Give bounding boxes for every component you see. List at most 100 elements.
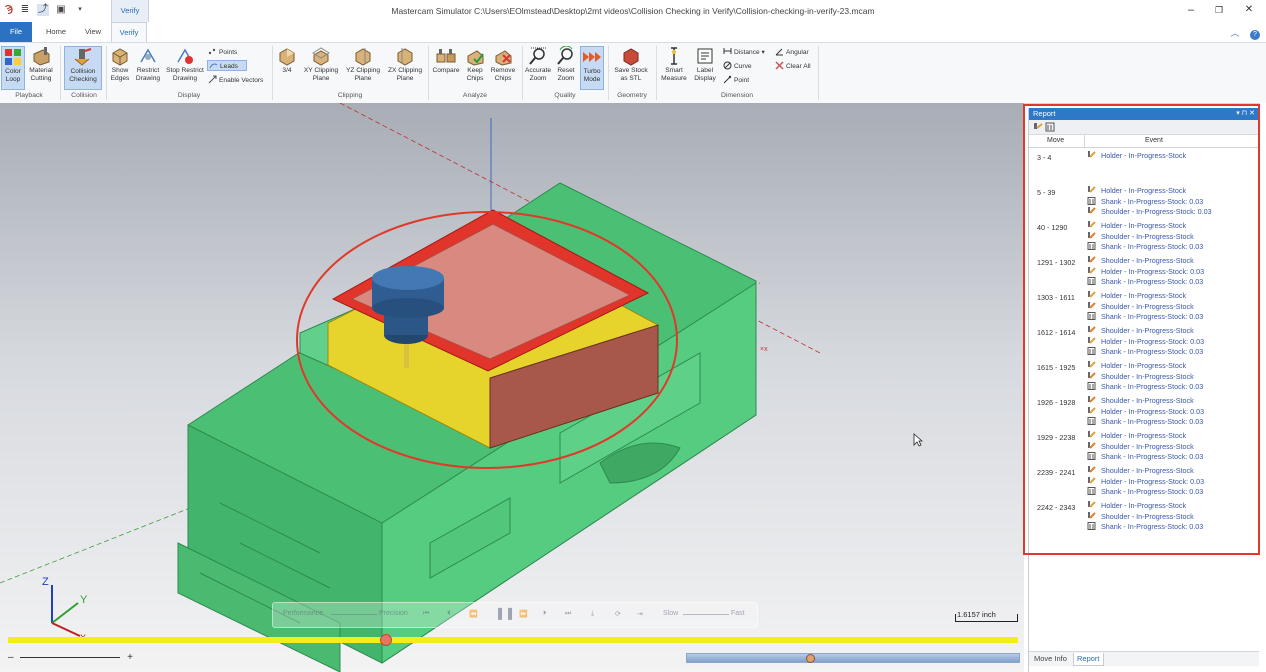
loop-icon[interactable]: ⟳ [615, 610, 621, 618]
progress-track[interactable] [8, 637, 1018, 643]
tab-view[interactable]: View [77, 22, 109, 42]
curve-button[interactable]: Curve [723, 61, 752, 70]
show-edges-button[interactable]: Show Edges [108, 46, 132, 82]
zoom-plus[interactable]: + [127, 652, 133, 663]
window-edge [1260, 103, 1266, 672]
scale-label: 1.6157 inch [957, 610, 996, 619]
remove-chips-button[interactable]: Remove Chips [489, 46, 517, 82]
close-button[interactable]: ✕ [1239, 3, 1259, 17]
distance-label: Distance [734, 49, 760, 56]
quality-slider[interactable] [331, 614, 377, 615]
group-label-analyze: Analyze [462, 92, 488, 99]
restrict-drawing-button[interactable]: Restrict Drawing [134, 46, 162, 82]
zoom-minus[interactable]: – [8, 652, 14, 663]
compare-label: Compare [432, 67, 460, 74]
enable-vectors-label: Enable Vectors [219, 77, 264, 84]
tab-report[interactable]: Report [1073, 653, 1104, 666]
points-button[interactable]: Points [208, 47, 237, 56]
collision-checking-icon [74, 48, 92, 66]
leads-button[interactable]: Leads [207, 60, 247, 71]
material-cutting-button[interactable]: Material Cutting [27, 46, 55, 82]
enable-vectors-button[interactable]: Enable Vectors [208, 75, 263, 84]
turbo-mode-icon [583, 52, 601, 62]
collision-checking-label: Collision Checking [69, 68, 97, 83]
tab-move-info[interactable]: Move Info [1031, 653, 1070, 665]
smart-measure-label: Smart Measure [661, 67, 687, 82]
save-stock-stl-button[interactable]: Save Stock as STL [611, 46, 651, 82]
turbo-mode-button[interactable]: Turbo Mode [580, 46, 604, 90]
stop-restrict-drawing-button[interactable]: Stop Restrict Drawing [164, 46, 206, 82]
points-icon [208, 48, 216, 55]
move-slider[interactable] [686, 653, 1020, 663]
zoom-slider[interactable]: – + [8, 652, 133, 663]
label-display-button[interactable]: Label Display [690, 46, 720, 82]
distance-icon [723, 48, 732, 54]
three-quarter-button[interactable]: 3/4 [276, 46, 298, 75]
reset-zoom-button[interactable]: Reset Zoom [554, 46, 578, 82]
3d-scene[interactable]: ×x Z Y X [0, 103, 1024, 672]
smart-measure-icon [671, 47, 677, 65]
play-icon[interactable]: ⏩ [519, 610, 528, 618]
compare-button[interactable]: Compare [431, 46, 461, 75]
xy-clipping-button[interactable]: XY Clipping Plane [301, 46, 341, 82]
angular-label: Angular [786, 49, 809, 56]
save-stock-icon [623, 48, 639, 66]
minimize-button[interactable]: – [1181, 3, 1201, 17]
skip-to-icon[interactable]: ⤓ [591, 610, 594, 618]
yz-clipping-button[interactable]: YZ Clipping Plane [343, 46, 383, 82]
tab-home[interactable]: Home [40, 22, 72, 42]
skip-start-icon[interactable]: ⏮ [423, 610, 429, 618]
keep-chips-button[interactable]: Keep Chips [463, 46, 487, 82]
accurate-zoom-button[interactable]: Accurate Zoom [524, 46, 552, 82]
keep-chips-icon [467, 50, 484, 66]
show-edges-label: Show Edges [110, 67, 130, 82]
skip-end-icon[interactable]: ⏭ [565, 610, 571, 618]
restrict-drawing-label: Restrict Drawing [135, 67, 161, 82]
tab-file[interactable]: File [0, 22, 32, 42]
tab-verify[interactable]: Verify [111, 22, 147, 42]
maximize-button[interactable]: ❐ [1209, 3, 1229, 17]
label-display-icon [697, 48, 713, 64]
tool-step-icon[interactable]: ⇥ [637, 610, 643, 618]
progress-handle[interactable] [380, 634, 392, 646]
ribbon-help-icons: ︿ ? [1230, 26, 1260, 40]
collision-checking-button[interactable]: Collision Checking [64, 46, 102, 90]
precision-label: Precision [379, 610, 408, 617]
point-button[interactable]: Point [723, 75, 749, 84]
scale-tick-left [955, 614, 956, 622]
points-label: Points [219, 49, 238, 56]
report-tabs: Move Info Report [1029, 651, 1259, 666]
zx-clipping-button[interactable]: ZX Clipping Plane [385, 46, 425, 82]
collapse-ribbon-icon[interactable]: ︿ [1230, 28, 1239, 38]
xy-clipping-label: XY Clipping Plane [303, 67, 339, 82]
simulation-viewport[interactable]: ×x Z Y X 1.6157 inch Performance Precisi… [0, 103, 1024, 672]
color-loop-button[interactable]: Color Loop [1, 46, 25, 90]
step-forward-icon[interactable]: ⏵ [543, 610, 547, 618]
yz-clipping-label: YZ Clipping Plane [345, 67, 381, 82]
angular-button[interactable]: Angular [775, 47, 809, 56]
help-icon[interactable]: ? [1250, 30, 1260, 40]
group-divider [818, 46, 819, 100]
step-back-icon[interactable]: ⏴ [447, 610, 451, 618]
distance-button[interactable]: Distance ▾ [723, 47, 765, 56]
speed-slider[interactable] [683, 614, 729, 615]
group-label-display: Display [177, 92, 201, 99]
scale-tick-right [1017, 614, 1018, 622]
group-label-collision: Collision [71, 92, 97, 99]
stop-restrict-drawing-label: Stop Restrict Drawing [166, 67, 204, 82]
pause-icon[interactable]: ❚❚ [495, 606, 515, 620]
window-title: Mastercam Simulator C:\Users\EOlmstead\D… [391, 6, 875, 16]
smart-measure-button[interactable]: Smart Measure [659, 46, 689, 82]
move-slider-handle[interactable] [806, 654, 815, 663]
triad-x [51, 622, 81, 637]
clear-all-button[interactable]: Clear All [775, 61, 811, 70]
three-quarter-icon [279, 48, 295, 66]
performance-label: Performance [283, 610, 324, 617]
group-divider [272, 46, 273, 100]
triad-y-label: Y [80, 594, 88, 606]
color-loop-icon [5, 49, 21, 65]
turbo-mode-label: Turbo Mode [583, 68, 601, 83]
xy-clipping-icon [312, 47, 330, 66]
reset-zoom-icon [557, 46, 573, 65]
rewind-icon[interactable]: ⏪ [469, 610, 478, 618]
